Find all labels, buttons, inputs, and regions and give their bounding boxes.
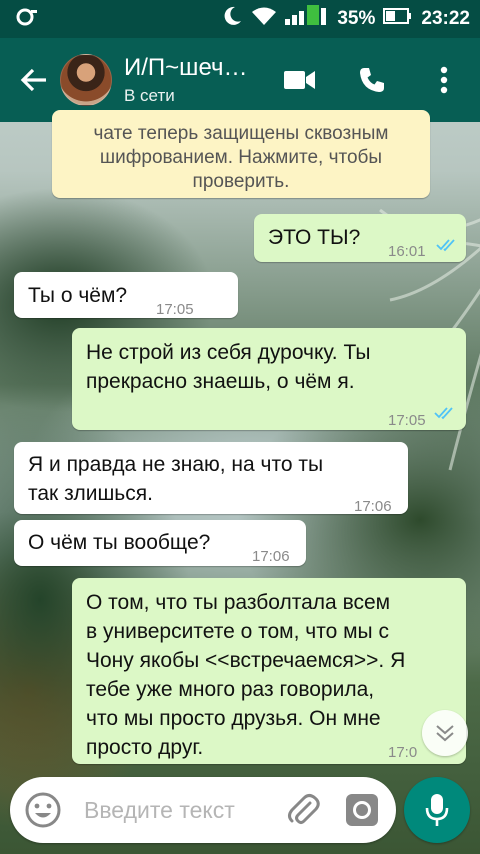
- message-outgoing[interactable]: О том, что ты разболтала всем в универси…: [72, 578, 466, 764]
- back-button[interactable]: [12, 38, 56, 122]
- message-incoming[interactable]: Я и правда не знаю, на что ты так злишьс…: [14, 442, 408, 515]
- wifi-icon: [251, 6, 277, 32]
- message-outgoing[interactable]: ЭТО ТЫ? 16:01: [254, 214, 466, 262]
- message-composer: [10, 777, 396, 843]
- message-line: прекрасно знаешь, о чём я.: [86, 370, 355, 393]
- message-text: Я и правда не знаю, на что ты так злишьс…: [28, 450, 323, 508]
- camera-icon: [346, 794, 378, 826]
- clock: 23:22: [421, 8, 470, 29]
- emoji-icon: [25, 792, 61, 828]
- microphone-button[interactable]: [404, 777, 470, 843]
- message-line: Не строй из себя дурочку. Ты: [86, 341, 371, 364]
- notice-line: проверить.: [192, 171, 290, 192]
- camera-button[interactable]: [344, 792, 380, 828]
- message-text: Ты о чём?: [28, 284, 128, 307]
- message-line: тебе уже много раз говорила,: [86, 678, 375, 701]
- message-line: Я и правда не знаю, на что ты: [28, 453, 324, 476]
- message-time: 17:06: [252, 548, 290, 565]
- video-call-icon: [284, 71, 315, 89]
- message-line: Чону якобы <<встречаемся>>. Я: [86, 649, 406, 672]
- double-check-icon: [436, 239, 455, 252]
- message-time: 17:05: [388, 412, 426, 429]
- avatar[interactable]: [60, 54, 112, 106]
- arrow-back-icon: [20, 68, 46, 92]
- message-text: О чём ты вообще?: [28, 531, 211, 554]
- notice-line: шифрованием. Нажмите, чтобы: [99, 147, 383, 168]
- message-text: О том, что ты разболтала всем в универси…: [86, 588, 405, 762]
- battery-icon: [383, 7, 413, 31]
- message-line: так злишься.: [28, 482, 153, 505]
- voice-call-button[interactable]: [350, 58, 394, 102]
- message-outgoing[interactable]: Не строй из себя дурочку. Ты прекрасно з…: [72, 328, 466, 430]
- message-incoming[interactable]: О чём ты вообще? 17:06: [14, 520, 306, 566]
- message-input[interactable]: [84, 795, 274, 825]
- more-options-button[interactable]: [422, 58, 466, 102]
- double-check-icon: [434, 407, 453, 420]
- contact-name: И/П~шеч…: [124, 54, 248, 81]
- notification-icon: [14, 6, 40, 32]
- battery-percent: 35%: [337, 8, 376, 29]
- moon-icon: [221, 5, 243, 33]
- contact-status: В сети: [124, 86, 175, 105]
- message-time: 17:06: [354, 498, 392, 515]
- notice-line: чате теперь защищены сквозным: [93, 123, 389, 144]
- message-text: Не строй из себя дурочку. Ты прекрасно з…: [86, 338, 370, 396]
- encryption-notice[interactable]: чате теперь защищены сквозным шифрование…: [52, 110, 430, 198]
- attach-button[interactable]: [286, 793, 320, 827]
- message-line: в университете о том, что мы с: [86, 620, 389, 643]
- message-line: просто друг.: [86, 736, 204, 759]
- paperclip-icon: [288, 794, 320, 824]
- more-vert-icon: [440, 66, 448, 94]
- message-line: что мы просто друзья. Он мне: [86, 707, 381, 730]
- emoji-button[interactable]: [24, 791, 62, 829]
- message-time: 17:0: [388, 744, 418, 761]
- message-line: О том, что ты разболтала всем: [86, 591, 391, 614]
- video-call-button[interactable]: [278, 58, 322, 102]
- phone-icon: [360, 68, 384, 92]
- signal-icon: [285, 5, 329, 33]
- double-chevron-down-icon: [436, 725, 454, 742]
- message-time: 16:01: [388, 243, 426, 260]
- message-text: ЭТО ТЫ?: [268, 226, 361, 249]
- scroll-to-bottom-button[interactable]: [422, 710, 468, 756]
- message-time: 17:05: [156, 301, 194, 318]
- contact-info[interactable]: И/П~шеч… В сети: [124, 54, 274, 106]
- status-bar: 35% 23:22: [0, 0, 480, 38]
- microphone-icon: [425, 794, 449, 826]
- message-incoming[interactable]: Ты о чём? 17:05: [14, 272, 238, 318]
